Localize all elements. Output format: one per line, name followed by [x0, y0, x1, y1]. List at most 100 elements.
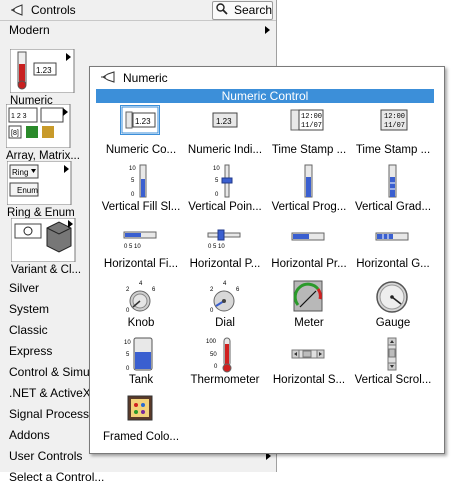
numeric-category-icon: 1.23 [10, 49, 75, 93]
scale-bot: 0 [215, 192, 219, 198]
submenu-arrow-icon [265, 26, 270, 34]
svg-text:4: 4 [223, 281, 227, 287]
modern-category[interactable]: Modern [0, 21, 276, 39]
search-button[interactable]: Search [212, 1, 273, 20]
ring-enum-category-icon: Ring Enum [7, 161, 72, 205]
vertical-graduated-bar[interactable]: Vertical Grad... [349, 163, 435, 219]
svg-text:Ring: Ring [12, 168, 28, 177]
vertical-fill-slide[interactable]: 10 5 0 Vertical Fill Sl... [97, 163, 183, 219]
vertical-scrollbar-icon [387, 337, 397, 371]
meter[interactable]: Meter [265, 279, 351, 335]
palette-item-label: Dial [215, 317, 235, 329]
list-item-label: .NET & ActiveX [9, 386, 91, 400]
variant-category-icon [11, 218, 76, 262]
list-item-label: Classic [9, 323, 48, 337]
palette-item-label: Horizontal S... [272, 374, 346, 386]
tank[interactable]: 10 5 0 Tank [97, 336, 183, 392]
numeric-title: Numeric [123, 71, 168, 85]
numeric-display-text: 1.23 [216, 117, 232, 126]
scale-mid: 5 [131, 178, 135, 184]
numeric-indicator[interactable]: 1.23 Numeric Indi... [181, 106, 267, 162]
scale-top: 10 [213, 166, 220, 172]
scale-mid: 5 [126, 352, 130, 358]
horizontal-graduated-bar[interactable]: Horizontal G... [349, 220, 435, 276]
palette-item-label: Tank [128, 374, 154, 386]
svg-text:0: 0 [126, 308, 130, 314]
palette-item-label: Thermometer [190, 374, 260, 386]
scale-labels: 0 5 10 [208, 244, 225, 250]
svg-text:1 2 3: 1 2 3 [11, 113, 27, 120]
svg-text:[8]: [8] [11, 130, 19, 137]
knob[interactable]: 0 2 4 6 Knob [97, 279, 183, 335]
framed-color-box[interactable]: Framed Colo... [97, 393, 183, 449]
numeric-control[interactable]: 1.23 Numeric Co... [97, 105, 183, 162]
selected-item-header: Numeric Control [96, 89, 434, 103]
numeric-palette: Numeric Numeric Control 1.23 Numeric Co.… [89, 66, 445, 454]
list-item-label: User Controls [9, 449, 83, 463]
svg-text:1.23: 1.23 [36, 66, 52, 75]
list-item-label: Select a Control... [9, 470, 105, 484]
dial[interactable]: 0 2 4 6 Dial [181, 279, 267, 335]
svg-text:2: 2 [210, 287, 214, 293]
scale-bot: 0 [131, 192, 135, 198]
time-stamp-indicator[interactable]: 12:00 11/07 Time Stamp ... [349, 106, 435, 162]
palette-item-label: Vertical Grad... [354, 201, 432, 213]
palette-item-label: Horizontal Fi... [103, 258, 179, 270]
svg-text:6: 6 [236, 287, 240, 293]
vertical-scrollbar[interactable]: Vertical Scrol... [349, 336, 435, 392]
thermometer-icon: 100 50 0 [206, 337, 232, 373]
vertical-progress-bar[interactable]: Vertical Prog... [265, 163, 351, 219]
horizontal-fill-slide[interactable]: 0 5 10 Horizontal Fi... [97, 220, 183, 276]
palette-item-label: Gauge [375, 317, 411, 329]
numeric-control-icon: 1.23 [120, 105, 160, 135]
scale-top: 10 [124, 340, 131, 346]
palette-item-label: Numeric Co... [105, 144, 177, 156]
horizontal-scrollbar-icon [291, 349, 325, 359]
time-stamp-control-icon: 12:00 11/07 [290, 109, 324, 131]
controls-title-bar: Controls Search [0, 0, 276, 21]
scale-top: 100 [206, 339, 217, 345]
scale-mid: 50 [210, 352, 217, 358]
select-a-control[interactable]: Select a Control... [0, 466, 276, 487]
horizontal-scrollbar[interactable]: Horizontal S... [265, 336, 351, 392]
horizontal-pointer-slide[interactable]: 0 5 10 Horizontal P... [181, 220, 267, 276]
numeric-display-text: 1.23 [135, 117, 151, 126]
meter-icon [293, 280, 323, 312]
list-item-label: Control & Simu... [9, 365, 100, 379]
gauge[interactable]: Gauge [349, 279, 435, 335]
tank-icon: 10 5 0 [124, 337, 153, 372]
svg-text:4: 4 [139, 281, 143, 287]
gauge-icon [376, 281, 408, 313]
vertical-pointer-slide[interactable]: 10 5 0 Vertical Poin... [181, 163, 267, 219]
horizontal-progress-bar[interactable]: Horizontal Pr... [265, 220, 351, 276]
scale-mid: 5 [215, 178, 219, 184]
thermometer[interactable]: 100 50 0 Thermometer [181, 336, 267, 392]
controls-title: Controls [31, 3, 76, 17]
palette-item-label: Meter [294, 317, 324, 329]
time-text: 12:00 [301, 113, 322, 121]
list-item-label: Addons [9, 428, 50, 442]
search-label: Search [234, 3, 273, 17]
time-text: 12:00 [384, 113, 405, 121]
date-text: 11/07 [384, 122, 405, 130]
palette-item-label: Horizontal G... [356, 258, 430, 270]
palette-item-label: Vertical Fill Sl... [101, 201, 181, 213]
pin-icon[interactable] [100, 70, 116, 84]
modern-label: Modern [9, 23, 50, 37]
scale-bot: 0 [214, 364, 218, 370]
time-stamp-control[interactable]: 12:00 11/07 Time Stamp ... [265, 106, 351, 162]
palette-item-label: Horizontal P... [189, 258, 261, 270]
numeric-indicator-icon: 1.23 [212, 112, 238, 128]
svg-text:0: 0 [210, 308, 214, 314]
horizontal-fill-slide-icon: 0 5 10 [123, 231, 157, 250]
scale-bot: 0 [126, 366, 130, 372]
svg-text:6: 6 [152, 287, 156, 293]
scale-top: 10 [129, 166, 136, 172]
list-item-label: Express [9, 344, 53, 358]
framed-color-box-icon [127, 395, 153, 421]
list-item-label: System [9, 302, 50, 316]
numeric-title-bar: Numeric [90, 67, 444, 88]
dial-icon: 0 2 4 6 [210, 281, 240, 314]
pin-icon[interactable] [10, 3, 24, 17]
vertical-pointer-slide-icon: 10 5 0 [213, 164, 233, 198]
